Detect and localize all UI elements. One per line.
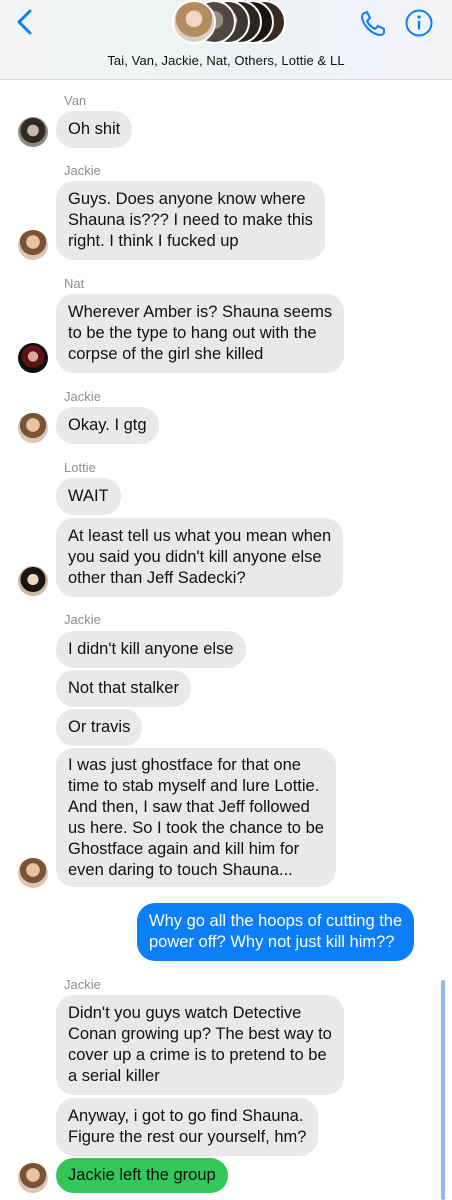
sender-name: Van — [64, 93, 87, 108]
message-text: I didn't kill anyone else — [68, 640, 234, 658]
message-text: Anyway, i got to go find Shauna. Figure … — [68, 1107, 307, 1146]
message-bubble[interactable]: Okay. I gtg — [56, 407, 159, 444]
scrollbar[interactable] — [441, 980, 445, 1200]
message-bubble[interactable]: At least tell us what you mean when you … — [56, 518, 344, 597]
sender-name: Jackie — [64, 163, 101, 178]
sender-name: Jackie — [64, 977, 101, 992]
message-bubble[interactable]: Wherever Amber is? Shauna seems to be th… — [56, 294, 345, 373]
message-text: Oh shit — [68, 120, 121, 138]
message-bubble[interactable]: Or travis — [56, 709, 143, 746]
phone-icon[interactable] — [358, 9, 388, 39]
message-text: Didn't you guys watch Detective Conan gr… — [68, 1004, 332, 1085]
info-icon[interactable] — [404, 8, 434, 38]
message-text: Why go all the hoops of cutting the powe… — [149, 912, 403, 951]
avatar[interactable] — [18, 230, 48, 260]
message-text: I was just ghostface for that one time t… — [68, 755, 324, 879]
message-bubble[interactable]: I didn't kill anyone else — [56, 631, 246, 668]
message-text: WAIT — [68, 487, 109, 505]
avatar[interactable] — [18, 343, 48, 373]
message-text: Not that stalker — [68, 679, 179, 697]
sender-name: Jackie — [64, 612, 101, 627]
avatar[interactable] — [18, 117, 48, 147]
avatar — [172, 0, 216, 44]
message-text: Jackie left the group — [68, 1166, 216, 1184]
group-title[interactable]: Tai, Van, Jackie, Nat, Others, Lottie & … — [0, 53, 452, 68]
chevron-left-icon[interactable] — [12, 8, 40, 36]
chat-header: Tai, Van, Jackie, Nat, Others, Lottie & … — [0, 0, 452, 80]
message-bubble[interactable]: Didn't you guys watch Detective Conan gr… — [56, 995, 344, 1095]
message-bubble[interactable]: Guys. Does anyone know where Shauna is??… — [56, 181, 325, 260]
group-avatar-stack[interactable] — [170, 0, 286, 46]
sender-name: Jackie — [64, 389, 101, 404]
message-bubble[interactable]: I was just ghostface for that one time t… — [56, 748, 336, 887]
message-text: Wherever Amber is? Shauna seems to be th… — [68, 303, 333, 363]
message-bubble[interactable]: WAIT — [56, 478, 121, 515]
message-text: At least tell us what you mean when you … — [68, 527, 332, 587]
system-notice-bubble: Jackie left the group — [56, 1158, 228, 1193]
avatar[interactable] — [18, 413, 48, 443]
message-text: Or travis — [68, 718, 131, 736]
sender-name: Lottie — [64, 460, 96, 475]
avatar[interactable] — [18, 566, 48, 596]
avatar[interactable] — [18, 1163, 48, 1193]
sent-message-bubble[interactable]: Why go all the hoops of cutting the powe… — [137, 903, 415, 961]
message-bubble[interactable]: Anyway, i got to go find Shauna. Figure … — [56, 1098, 319, 1156]
message-bubble[interactable]: Not that stalker — [56, 670, 191, 707]
message-text: Guys. Does anyone know where Shauna is??… — [68, 190, 313, 250]
message-text: Okay. I gtg — [68, 416, 147, 434]
avatar[interactable] — [18, 858, 48, 888]
sender-name: Nat — [64, 276, 85, 291]
message-bubble[interactable]: Oh shit — [56, 111, 133, 148]
